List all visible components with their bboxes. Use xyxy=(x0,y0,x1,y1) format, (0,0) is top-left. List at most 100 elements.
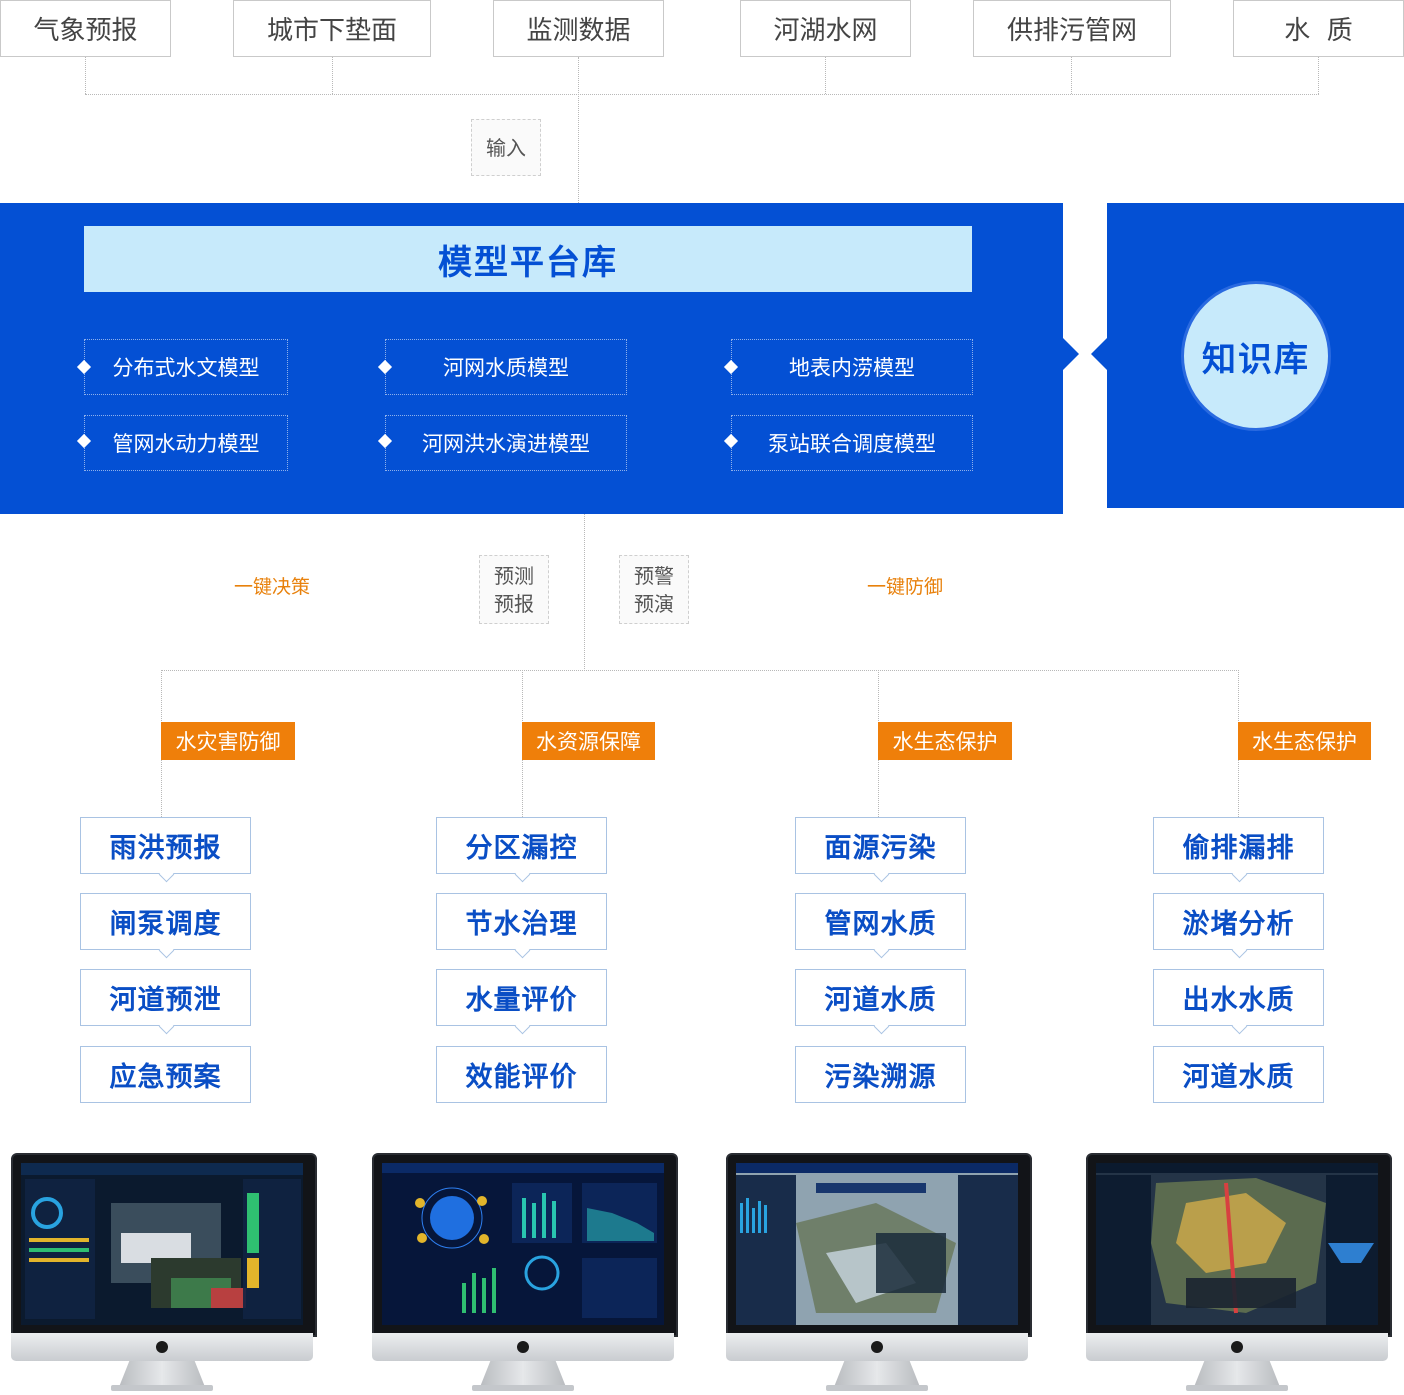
item-box: 出水水质 xyxy=(1153,969,1324,1035)
monitor-chin xyxy=(726,1333,1028,1361)
connector-line xyxy=(332,57,333,94)
item-box: 水量评价 xyxy=(436,969,607,1035)
dashboard-screenshot xyxy=(1096,1163,1378,1325)
item-label: 河道预泄 xyxy=(109,985,222,1016)
input-weather-forecast: 气象预报 xyxy=(0,0,171,57)
item-box: 偷排漏排 xyxy=(1153,817,1324,883)
input-drainage-network: 供排污管网 xyxy=(973,0,1171,57)
item-box: 应急预案 xyxy=(80,1046,251,1103)
notch-icon xyxy=(1231,866,1247,883)
monitor-foot xyxy=(826,1385,928,1391)
monitor-chin xyxy=(11,1333,313,1361)
notch-icon xyxy=(1231,942,1247,959)
category-tag: 水资源保障 xyxy=(522,722,655,760)
dashboard-screenshot xyxy=(21,1163,303,1325)
item-label: 污染溯源 xyxy=(824,1062,937,1093)
monitor-image xyxy=(1086,1153,1392,1393)
notch-icon xyxy=(158,866,174,883)
item-label: 雨洪预报 xyxy=(109,833,222,864)
item-label: 效能评价 xyxy=(465,1062,578,1093)
item-box: 河道水质 xyxy=(795,969,966,1035)
warning-label-line1: 预警 xyxy=(634,563,674,588)
item-box: 雨洪预报 xyxy=(80,817,251,883)
item-label: 出水水质 xyxy=(1182,985,1295,1016)
connector-line xyxy=(85,94,1319,95)
category-tag: 水生态保护 xyxy=(1238,722,1371,760)
forecast-label-line1: 预测 xyxy=(494,563,534,588)
model-river-flood-routing: 河网洪水演进模型 xyxy=(385,415,627,471)
item-box: 管网水质 xyxy=(795,893,966,959)
input-water-quality: 水 质 xyxy=(1233,0,1404,57)
notch-icon xyxy=(158,942,174,959)
knowledge-base-circle: 知识库 xyxy=(1181,281,1331,431)
item-box: 淤堵分析 xyxy=(1153,893,1324,959)
notch-icon xyxy=(514,942,530,959)
item-label: 河道水质 xyxy=(1182,1062,1295,1093)
monitor-foot xyxy=(1186,1385,1288,1391)
connector-line xyxy=(85,57,86,94)
item-label: 管网水质 xyxy=(824,909,937,940)
monitor-image xyxy=(726,1153,1032,1393)
monitor-stand xyxy=(834,1361,920,1387)
category-tag: 水灾害防御 xyxy=(161,722,295,760)
input-label: 输入 xyxy=(471,119,541,176)
item-label: 淤堵分析 xyxy=(1182,909,1295,940)
dashboard-screenshot xyxy=(382,1163,664,1325)
item-box: 节水治理 xyxy=(436,893,607,959)
notch-icon xyxy=(873,1018,889,1035)
item-label: 应急预案 xyxy=(109,1062,222,1093)
connector-line xyxy=(1071,57,1072,94)
apple-logo-icon xyxy=(1231,1341,1243,1353)
notch-icon xyxy=(873,942,889,959)
item-label: 分区漏控 xyxy=(465,833,578,864)
monitor-bezel xyxy=(372,1153,678,1337)
connector-line xyxy=(584,514,585,671)
monitor-bezel xyxy=(11,1153,317,1337)
forecast-label-box: 预测 预报 xyxy=(479,555,549,624)
connector-line xyxy=(161,670,1239,671)
monitor-stand xyxy=(119,1361,205,1387)
apple-logo-icon xyxy=(156,1341,168,1353)
input-urban-surface: 城市下垫面 xyxy=(233,0,431,57)
item-label: 水量评价 xyxy=(465,985,578,1016)
item-box: 面源污染 xyxy=(795,817,966,883)
one-click-defense-label: 一键防御 xyxy=(867,576,944,598)
monitor-chin xyxy=(372,1333,674,1361)
item-box: 河道预泄 xyxy=(80,969,251,1035)
apple-logo-icon xyxy=(871,1341,883,1353)
input-river-network: 河湖水网 xyxy=(740,0,911,57)
monitor-foot xyxy=(111,1385,213,1391)
connector-line xyxy=(1318,57,1319,94)
item-label: 偷排漏排 xyxy=(1182,833,1295,864)
monitor-foot xyxy=(472,1385,574,1391)
one-click-decision-label: 一键决策 xyxy=(234,576,311,598)
notch-icon xyxy=(1231,1018,1247,1035)
monitor-bezel xyxy=(726,1153,1032,1337)
monitor-image xyxy=(11,1153,317,1393)
notch-icon xyxy=(514,1018,530,1035)
monitor-stand xyxy=(1194,1361,1280,1387)
item-box: 分区漏控 xyxy=(436,817,607,883)
notch-icon xyxy=(873,866,889,883)
item-box: 污染溯源 xyxy=(795,1046,966,1103)
notch-icon xyxy=(158,1018,174,1035)
connector-line xyxy=(825,57,826,94)
model-river-water-quality: 河网水质模型 xyxy=(385,339,627,395)
model-pipe-hydrodynamic: 管网水动力模型 xyxy=(84,415,288,471)
item-box: 闸泵调度 xyxy=(80,893,251,959)
input-monitoring-data: 监测数据 xyxy=(493,0,664,57)
apple-logo-icon xyxy=(517,1341,529,1353)
item-box: 效能评价 xyxy=(436,1046,607,1103)
item-label: 节水治理 xyxy=(465,909,578,940)
warning-label-line2: 预演 xyxy=(634,591,674,616)
item-box: 河道水质 xyxy=(1153,1046,1324,1103)
item-label: 面源污染 xyxy=(824,833,937,864)
monitor-image xyxy=(372,1153,678,1393)
connector-line xyxy=(578,57,579,203)
item-label: 闸泵调度 xyxy=(109,909,222,940)
notch-icon xyxy=(514,866,530,883)
model-distributed-hydrology: 分布式水文模型 xyxy=(84,339,288,395)
platform-title: 模型平台库 xyxy=(84,226,972,292)
item-label: 河道水质 xyxy=(824,985,937,1016)
warning-label-box: 预警 预演 xyxy=(619,555,689,624)
